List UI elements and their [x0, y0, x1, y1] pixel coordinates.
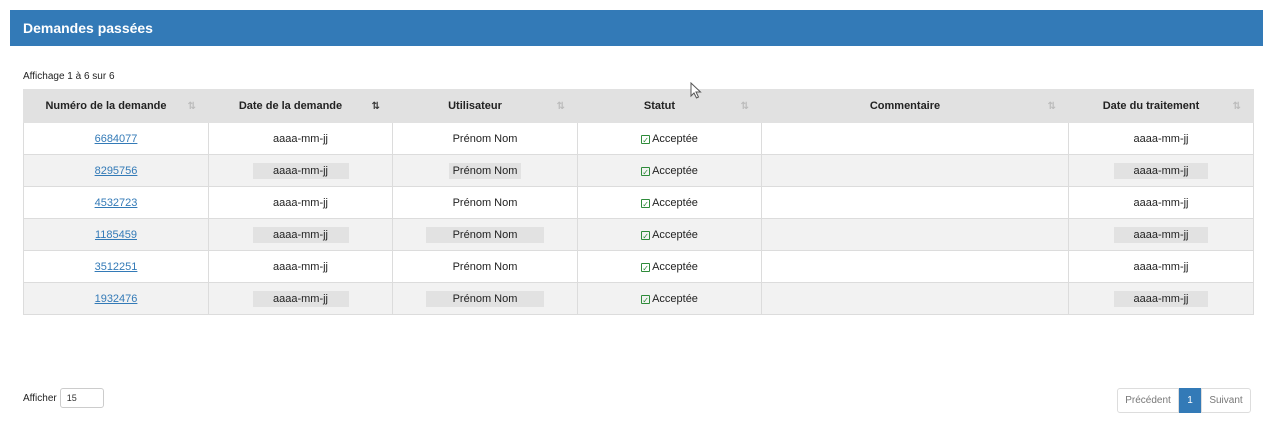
cell-status: ✓ Acceptée	[577, 250, 762, 283]
cell-user: Prénom Nom	[392, 154, 578, 187]
cell-request-date: aaaa-mm-jj	[208, 186, 393, 219]
cell-request-date: aaaa-mm-jj	[208, 250, 393, 283]
cell-request-date: aaaa-mm-jj	[208, 282, 393, 315]
cell-request-number: 4532723	[23, 186, 209, 219]
cell-comment	[761, 218, 1069, 251]
cell-comment	[761, 250, 1069, 283]
cell-request-date: aaaa-mm-jj	[208, 218, 393, 251]
sort-icon: ⇅	[1047, 101, 1056, 112]
calendar-check-icon: ✓	[641, 262, 651, 273]
table-row: 1932476 aaaa-mm-jj Prénom Nom ✓ Acceptée …	[23, 282, 1254, 315]
cell-request-number: 8295756	[23, 154, 209, 187]
cell-request-number: 6684077	[23, 122, 209, 155]
column-header-user[interactable]: Utilisateur ⇅	[392, 89, 578, 123]
cell-user: Prénom Nom	[392, 250, 578, 283]
sort-icon: ⇅	[556, 101, 565, 112]
cell-comment	[761, 154, 1069, 187]
request-link[interactable]: 1185459	[95, 229, 137, 241]
cell-processed-date: aaaa-mm-jj	[1068, 154, 1254, 187]
calendar-check-icon: ✓	[641, 198, 651, 209]
sort-icon: ⇅	[187, 101, 196, 112]
panel-header: Demandes passées	[10, 10, 1263, 46]
page-length-control: Afficher	[23, 388, 104, 408]
cell-request-number: 1932476	[23, 282, 209, 315]
page-length-label: Afficher	[23, 392, 57, 404]
requests-table: Numéro de la demande ⇅ Date de la demande…	[23, 89, 1254, 315]
cell-processed-date: aaaa-mm-jj	[1068, 186, 1254, 219]
mouse-pointer-icon	[690, 82, 702, 99]
table-header-row: Numéro de la demande ⇅ Date de la demande…	[23, 89, 1254, 123]
request-link[interactable]: 1932476	[95, 293, 138, 305]
column-header-comment[interactable]: Commentaire ⇅	[761, 89, 1069, 123]
cell-processed-date: aaaa-mm-jj	[1068, 282, 1254, 315]
cell-processed-date: aaaa-mm-jj	[1068, 122, 1254, 155]
cell-user: Prénom Nom	[392, 282, 578, 315]
cell-user: Prénom Nom	[392, 122, 578, 155]
column-header-request-number[interactable]: Numéro de la demande ⇅	[23, 89, 209, 123]
cell-status: ✓ Acceptée	[577, 186, 762, 219]
cell-request-date: aaaa-mm-jj	[208, 122, 393, 155]
calendar-check-icon: ✓	[641, 166, 651, 177]
table-row: 1185459 aaaa-mm-jj Prénom Nom ✓ Acceptée …	[23, 218, 1254, 251]
cell-status: ✓ Acceptée	[577, 218, 762, 251]
cell-comment	[761, 186, 1069, 219]
table-row: 3512251 aaaa-mm-jj Prénom Nom ✓ Acceptée …	[23, 250, 1254, 283]
table-row: 4532723 aaaa-mm-jj Prénom Nom ✓ Acceptée …	[23, 186, 1254, 219]
sort-icon: ⇅	[1232, 101, 1241, 112]
cell-comment	[761, 122, 1069, 155]
cell-status: ✓ Acceptée	[577, 122, 762, 155]
next-page-button[interactable]: Suivant	[1201, 388, 1251, 413]
cell-user: Prénom Nom	[392, 218, 578, 251]
previous-page-button[interactable]: Précédent	[1117, 388, 1179, 413]
table-row: 6684077 aaaa-mm-jj Prénom Nom ✓ Acceptée …	[23, 122, 1254, 155]
panel-title: Demandes passées	[23, 20, 153, 36]
sort-desc-icon: ⇅	[371, 101, 380, 112]
table-info: Affichage 1 à 6 sur 6	[23, 71, 115, 82]
cell-processed-date: aaaa-mm-jj	[1068, 218, 1254, 251]
cell-status: ✓ Acceptée	[577, 282, 762, 315]
cell-request-number: 3512251	[23, 250, 209, 283]
column-header-request-date[interactable]: Date de la demande ⇅	[208, 89, 393, 123]
page-length-input[interactable]	[59, 388, 104, 408]
request-link[interactable]: 3512251	[95, 261, 138, 273]
request-link[interactable]: 8295756	[95, 165, 138, 177]
calendar-check-icon: ✓	[641, 230, 651, 241]
cell-request-date: aaaa-mm-jj	[208, 154, 393, 187]
sort-icon: ⇅	[740, 101, 749, 112]
page-1-button[interactable]: 1	[1179, 388, 1201, 413]
calendar-check-icon: ✓	[641, 134, 651, 145]
cell-user: Prénom Nom	[392, 186, 578, 219]
request-link[interactable]: 4532723	[95, 197, 138, 209]
pagination: Précédent 1 Suivant	[1117, 388, 1251, 413]
table-row: 8295756 aaaa-mm-jj Prénom Nom ✓ Acceptée …	[23, 154, 1254, 187]
cell-status: ✓ Acceptée	[577, 154, 762, 187]
cell-comment	[761, 282, 1069, 315]
column-header-status[interactable]: Statut ⇅	[577, 89, 762, 123]
cell-request-number: 1185459	[23, 218, 209, 251]
request-link[interactable]: 6684077	[95, 133, 138, 145]
column-header-processed-date[interactable]: Date du traitement ⇅	[1068, 89, 1254, 123]
cell-processed-date: aaaa-mm-jj	[1068, 250, 1254, 283]
calendar-check-icon: ✓	[641, 294, 651, 305]
